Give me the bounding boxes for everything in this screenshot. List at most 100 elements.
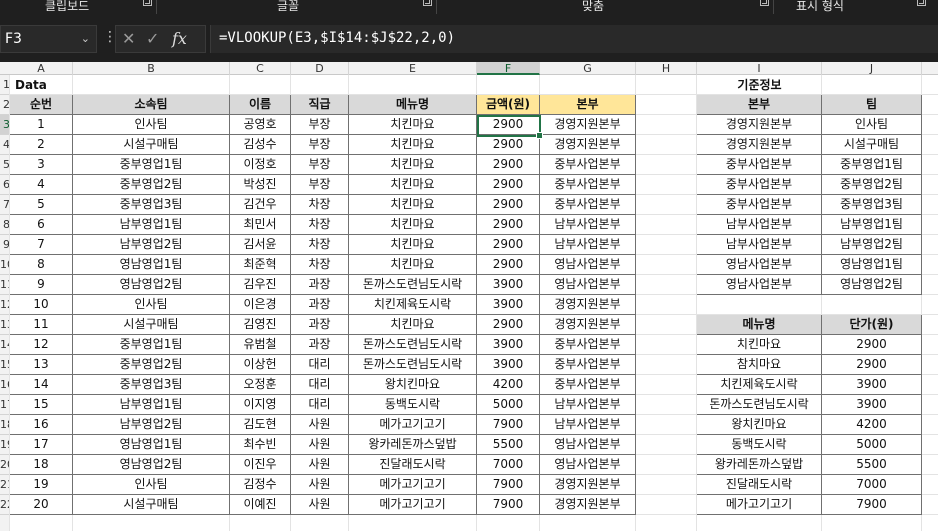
table-cell[interactable]: 남부영업1팀	[73, 215, 230, 235]
header-cell[interactable]: 금액(원)	[477, 95, 540, 115]
table-cell[interactable]: 영남영업1팀	[822, 255, 922, 275]
table-cell[interactable]: 동백도시락	[349, 395, 477, 415]
table-cell[interactable]: 7900	[477, 415, 540, 435]
table-cell[interactable]: 중부영업1팀	[822, 155, 922, 175]
table-cell[interactable]: 영남사업본부	[540, 255, 636, 275]
table-cell[interactable]: 차장	[291, 195, 349, 215]
header-cell[interactable]: 본부	[540, 95, 636, 115]
table-cell[interactable]: 대리	[291, 355, 349, 375]
table-cell[interactable]: 2900	[477, 175, 540, 195]
table-cell[interactable]: 중부사업본부	[540, 355, 636, 375]
table-cell[interactable]: 치킨마요	[349, 315, 477, 335]
table-cell[interactable]: 3900	[477, 295, 540, 315]
table-cell[interactable]: 영남영업1팀	[73, 255, 230, 275]
table-cell[interactable]: 이정호	[230, 155, 291, 175]
table-cell[interactable]: 1	[10, 115, 73, 135]
table-cell[interactable]: 인사팀	[73, 295, 230, 315]
table-cell[interactable]: 과장	[291, 295, 349, 315]
table-cell[interactable]: 5500	[822, 455, 922, 475]
table-cell[interactable]: 차장	[291, 235, 349, 255]
table-cell[interactable]: 박성진	[230, 175, 291, 195]
table-cell[interactable]: 중부영업1팀	[73, 155, 230, 175]
table-cell[interactable]: 돈까스도련님도시락	[349, 335, 477, 355]
dialog-launcher-icon[interactable]	[423, 0, 432, 6]
table-cell[interactable]: 15	[10, 395, 73, 415]
table-cell[interactable]: 대리	[291, 375, 349, 395]
table-cell[interactable]: 시설구매팀	[73, 315, 230, 335]
table-cell[interactable]: 치킨제육도시락	[349, 295, 477, 315]
table-cell[interactable]: 왕카레돈까스덮밥	[349, 435, 477, 455]
table-cell[interactable]: 최민서	[230, 215, 291, 235]
table-cell[interactable]: 메가고기고기	[697, 495, 822, 515]
insert-function-icon[interactable]: fx	[172, 29, 187, 48]
table-cell[interactable]: 9	[10, 275, 73, 295]
header-cell[interactable]: 이름	[230, 95, 291, 115]
column-header-E[interactable]: E	[349, 62, 477, 75]
table-cell[interactable]: 3	[10, 155, 73, 175]
table-cell[interactable]: 중부사업본부	[540, 155, 636, 175]
table-cell[interactable]: 대리	[291, 395, 349, 415]
table-cell[interactable]: 중부사업본부	[540, 335, 636, 355]
table-cell[interactable]: 김건우	[230, 195, 291, 215]
table-cell[interactable]: 경영지원본부	[697, 135, 822, 155]
table-cell[interactable]: 중부사업본부	[540, 195, 636, 215]
table-cell[interactable]: 남부영업2팀	[822, 235, 922, 255]
table-cell[interactable]: 경영지원본부	[540, 135, 636, 155]
table-cell[interactable]: 2900	[477, 155, 540, 175]
table-cell[interactable]: 돈까스도련님도시락	[349, 355, 477, 375]
table-cell[interactable]: 12	[10, 335, 73, 355]
column-header-B[interactable]: B	[73, 62, 230, 75]
table-cell[interactable]: 20	[10, 495, 73, 515]
name-box[interactable]: F3 ⌄	[0, 25, 97, 53]
table-cell[interactable]: 과장	[291, 315, 349, 335]
table-cell[interactable]: 돈까스도련님도시락	[349, 275, 477, 295]
table-cell[interactable]: 중부영업1팀	[73, 335, 230, 355]
table-cell[interactable]: 공영호	[230, 115, 291, 135]
table-cell[interactable]: 사원	[291, 455, 349, 475]
table-cell[interactable]: 경영지원본부	[540, 115, 636, 135]
table-cell[interactable]: 7900	[477, 495, 540, 515]
table-cell[interactable]: 11	[10, 315, 73, 335]
table-cell[interactable]: 경영지원본부	[540, 495, 636, 515]
table-cell[interactable]: 치킨제육도시락	[697, 375, 822, 395]
table-cell[interactable]: 이예진	[230, 495, 291, 515]
table-cell[interactable]: 사원	[291, 475, 349, 495]
table-cell[interactable]: 과장	[291, 275, 349, 295]
table-cell[interactable]: 남부사업본부	[540, 395, 636, 415]
table-cell[interactable]: 이은경	[230, 295, 291, 315]
table-cell[interactable]: 김영진	[230, 315, 291, 335]
table-cell[interactable]: 치킨마요	[349, 175, 477, 195]
table-cell[interactable]: 3900	[822, 395, 922, 415]
table-cell[interactable]: 경영지원본부	[540, 475, 636, 495]
column-header-F[interactable]: F	[477, 62, 540, 75]
table-cell[interactable]: 남부사업본부	[540, 215, 636, 235]
table-cell[interactable]: 중부사업본부	[540, 175, 636, 195]
table-cell[interactable]: 치킨마요	[349, 195, 477, 215]
table-cell[interactable]: 10	[10, 295, 73, 315]
table-cell[interactable]: 2	[10, 135, 73, 155]
table-cell[interactable]: 인사팀	[73, 115, 230, 135]
table-cell[interactable]: 인사팀	[73, 475, 230, 495]
worksheet[interactable]: ABCDEFGHIJ 12345678910111213141516171819…	[0, 62, 938, 531]
table-cell[interactable]: 영남사업본부	[697, 275, 822, 295]
table-cell[interactable]: 중부영업2팀	[822, 175, 922, 195]
table-cell[interactable]: 김우진	[230, 275, 291, 295]
table-cell[interactable]: 사원	[291, 495, 349, 515]
table-cell[interactable]: 2900	[477, 235, 540, 255]
cancel-icon[interactable]: ✕	[122, 29, 135, 48]
table-cell[interactable]: 왕치킨마요	[697, 415, 822, 435]
table-cell[interactable]: 남부사업본부	[540, 235, 636, 255]
column-header-G[interactable]: G	[540, 62, 636, 75]
table-cell[interactable]: 5000	[477, 395, 540, 415]
header-cell[interactable]: 단가(원)	[822, 315, 922, 335]
table-cell[interactable]: 16	[10, 415, 73, 435]
table-cell[interactable]: 중부영업2팀	[73, 355, 230, 375]
table-cell[interactable]: 치킨마요	[349, 255, 477, 275]
table-cell[interactable]: 2900	[477, 315, 540, 335]
table-cell[interactable]: 중부사업본부	[697, 195, 822, 215]
table-cell[interactable]: 영남영업2팀	[822, 275, 922, 295]
table-cell[interactable]: 사원	[291, 435, 349, 455]
table-cell[interactable]: 중부사업본부	[540, 375, 636, 395]
table-cell[interactable]: 김성수	[230, 135, 291, 155]
table-cell[interactable]: 김서윤	[230, 235, 291, 255]
